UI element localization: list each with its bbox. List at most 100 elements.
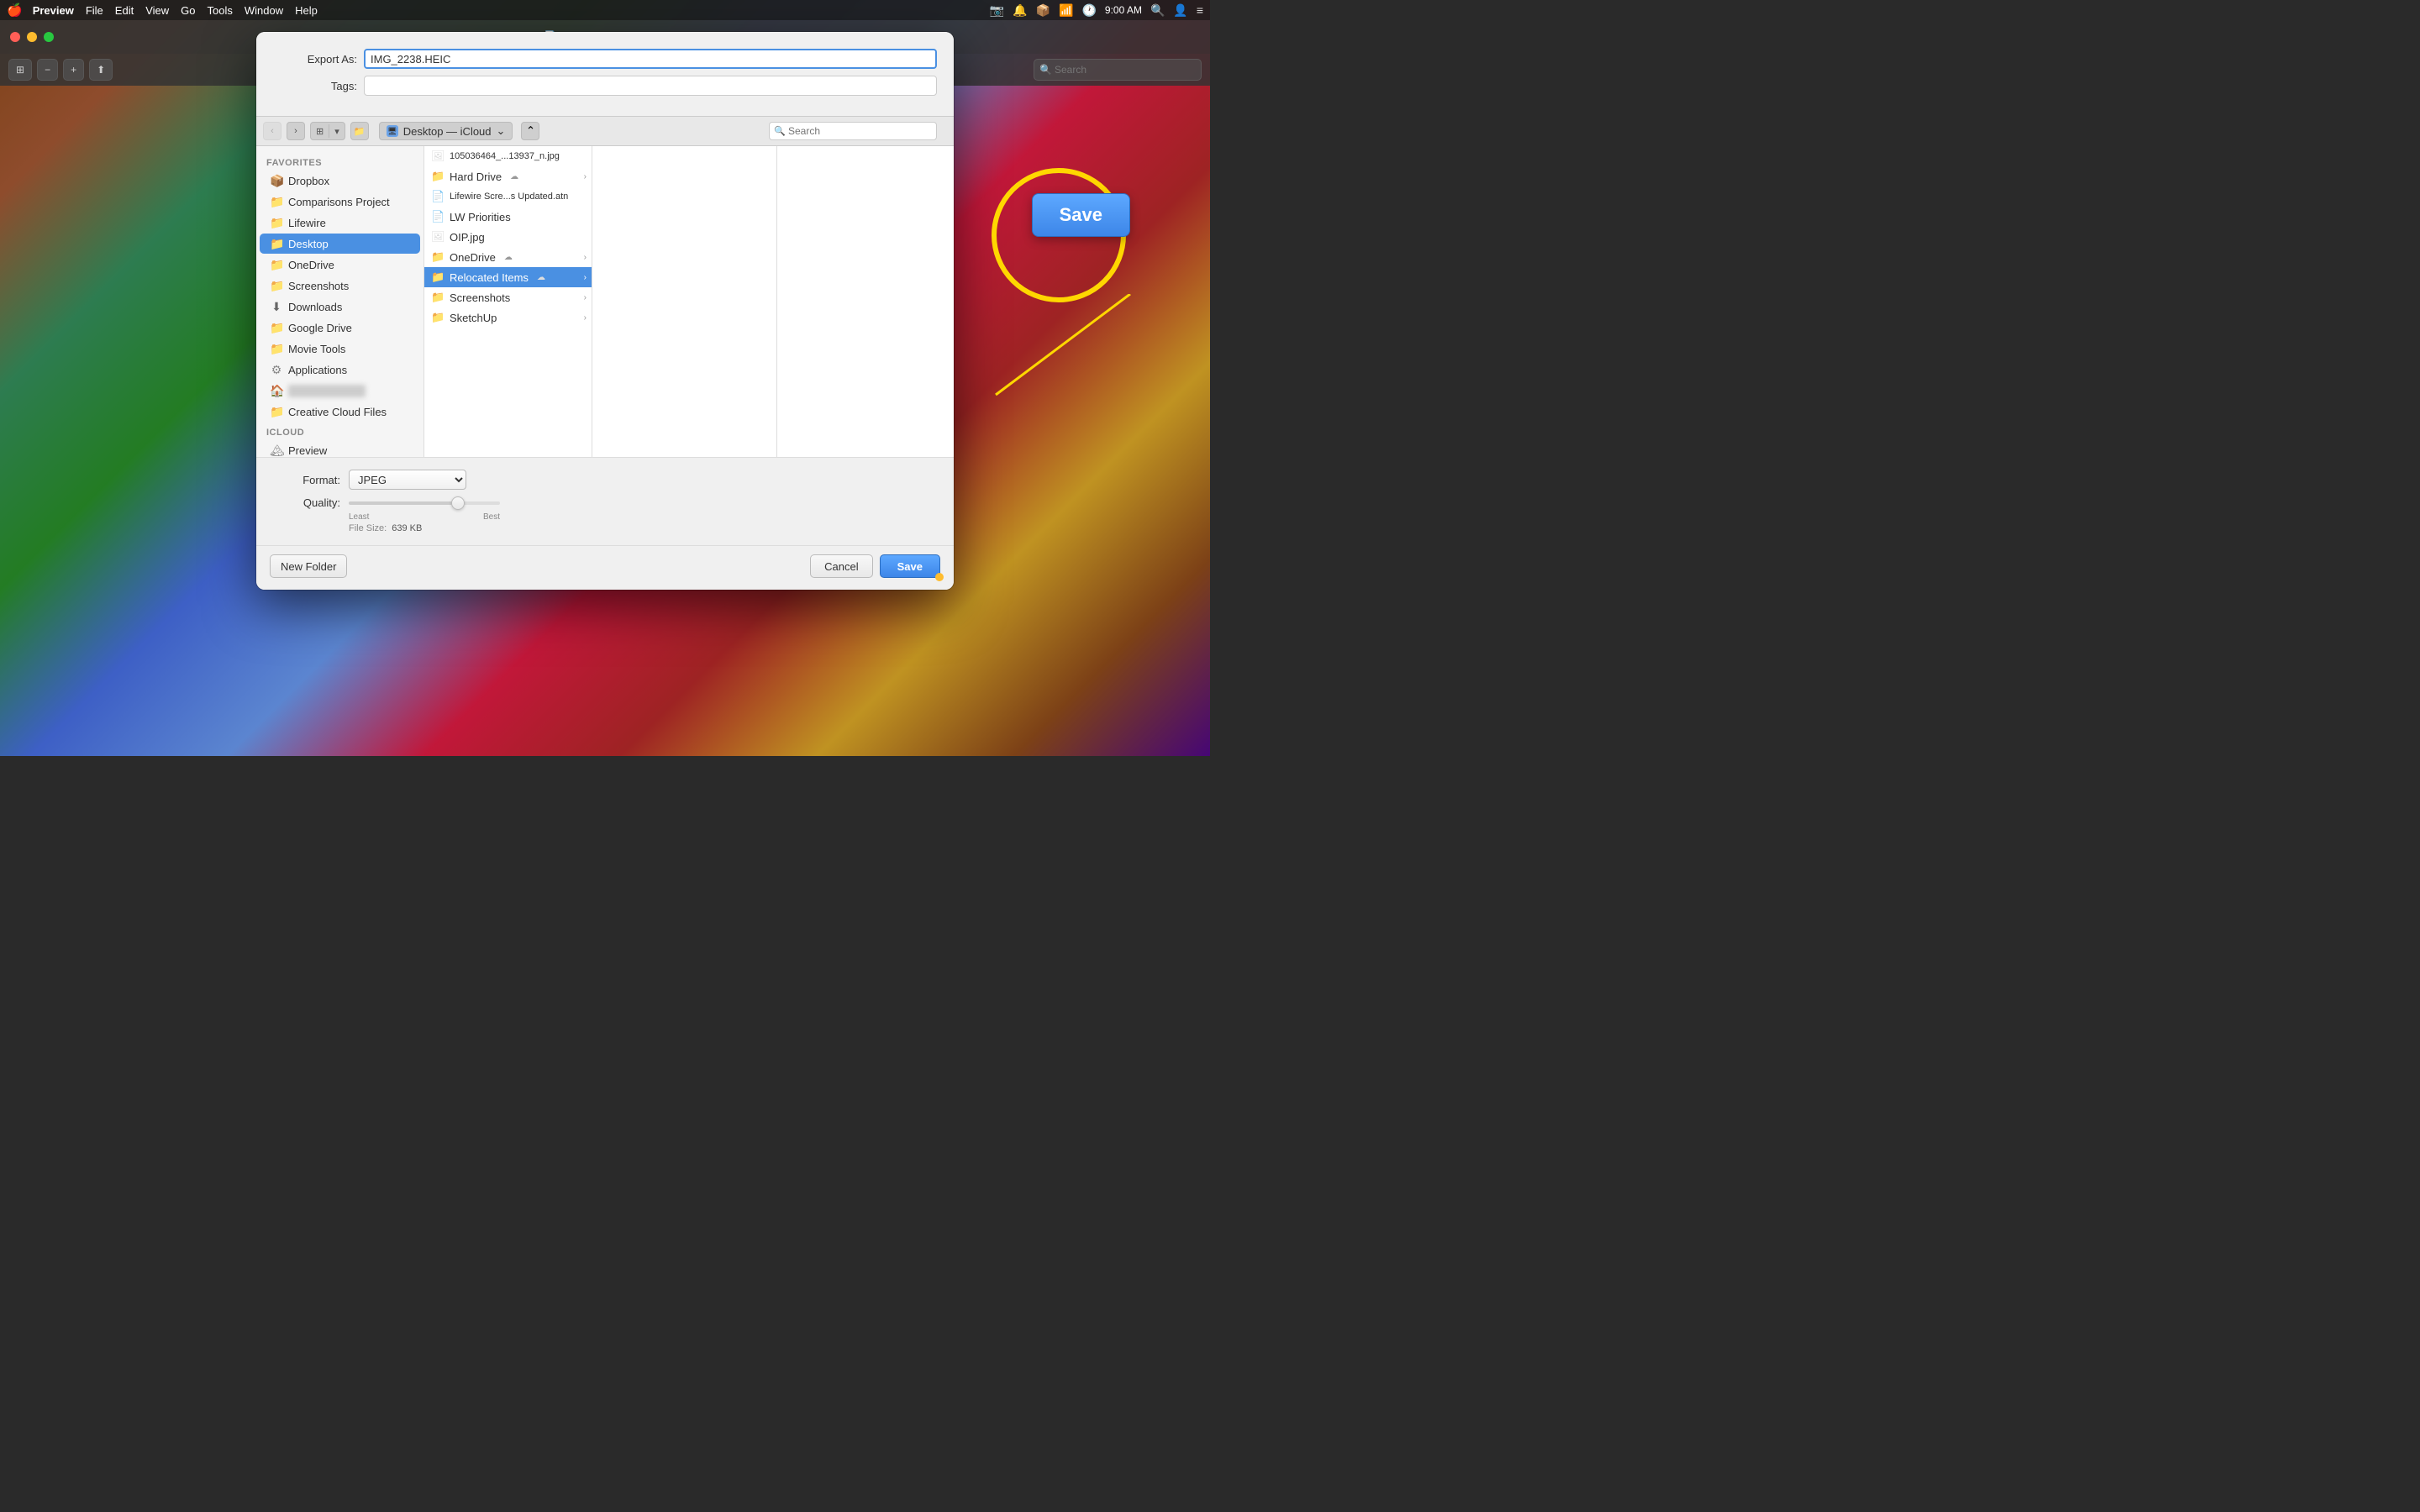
oip-file-icon: 🖼 [431, 230, 445, 244]
atn-file-icon: 📄 [431, 190, 445, 203]
sidebar-item-googledrive[interactable]: 📁 Google Drive [260, 318, 420, 338]
minimize-button[interactable] [27, 32, 37, 42]
maximize-button[interactable] [44, 32, 54, 42]
file-item-1[interactable]: 🖼 105036464_...13937_n.jpg [424, 146, 592, 166]
annotation-save-button[interactable]: Save [1032, 193, 1130, 237]
favorites-section: Favorites [256, 153, 424, 170]
tags-row: Tags: [273, 76, 937, 96]
sidebar-toggle[interactable]: ⊞ [8, 59, 32, 81]
folder-icon: 📁 [270, 195, 283, 209]
menu-file[interactable]: File [86, 4, 103, 17]
filesize-value: 639 KB [392, 523, 422, 533]
file-label-screenshots: Screenshots [450, 291, 510, 304]
creativecloud-icon: 📁 [270, 405, 283, 419]
file-label-onedrive: OneDrive [450, 251, 496, 264]
format-select[interactable]: JPEG [349, 470, 466, 490]
sidebar-item-onedrive[interactable]: 📁 OneDrive [260, 255, 420, 275]
sidebar-label-movietools: Movie Tools [288, 343, 345, 355]
toolbar-search-input[interactable] [1034, 59, 1202, 81]
file-item-screenshots[interactable]: 📁 Screenshots › [424, 287, 592, 307]
sidebar-label-screenshots: Screenshots [288, 280, 349, 292]
sidebar-label-lifewire: Lifewire [288, 217, 326, 229]
save-button[interactable]: Save [880, 554, 940, 578]
menu-help[interactable]: Help [295, 4, 318, 17]
filesize-label: File Size: [349, 523, 387, 533]
onedrive-icon: 📁 [270, 258, 283, 272]
sidebar-item-desktop[interactable]: 📁 Desktop [260, 234, 420, 254]
sidebar-item-comparisons[interactable]: 📁 Comparisons Project [260, 192, 420, 212]
desktop-folder-icon: 📁 [270, 237, 283, 251]
sidebar-label-downloads: Downloads [288, 301, 342, 313]
menu-edit[interactable]: Edit [115, 4, 134, 17]
file-item-lifewire[interactable]: 📄 Lifewire Scre...s Updated.atn [424, 186, 592, 207]
user-icon[interactable]: 👤 [1173, 3, 1187, 18]
sidebar: Favorites 📦 Dropbox 📁 Comparisons Projec… [256, 146, 424, 457]
apps-icon: ⚙ [270, 363, 283, 377]
file-item-oip[interactable]: 🖼 OIP.jpg [424, 227, 592, 247]
forward-btn[interactable]: › [287, 122, 305, 140]
file-item-lwpriorities[interactable]: 📄 LW Priorities [424, 207, 592, 227]
menubar-right: 📷 🔔 📦 📶 🕐 9:00 AM 🔍 👤 ≡ [990, 3, 1203, 18]
nav-search-wrap: 🔍 [769, 122, 937, 140]
close-button[interactable] [10, 32, 20, 42]
export-as-label: Export As: [273, 53, 357, 66]
sidebar-label-home: ██████████ [288, 385, 366, 397]
sidebar-item-downloads[interactable]: ⬇ Downloads [260, 297, 420, 317]
tags-input[interactable] [364, 76, 937, 96]
menu-tools[interactable]: Tools [208, 4, 233, 17]
zoom-in-btn[interactable]: − [37, 59, 58, 81]
quality-thumb[interactable] [451, 496, 465, 510]
menu-preview[interactable]: Preview [33, 4, 74, 17]
sidebar-item-lifewire[interactable]: 📁 Lifewire [260, 213, 420, 233]
location-chevron: ⌄ [497, 124, 506, 138]
new-folder-nav-btn[interactable]: 📁 [350, 122, 369, 140]
file-column-2 [592, 146, 777, 457]
sidebar-item-dropbox[interactable]: 📦 Dropbox [260, 171, 420, 191]
sidebar-item-screenshots[interactable]: 📁 Screenshots [260, 276, 420, 296]
share-btn[interactable]: ⬆ [89, 59, 113, 81]
location-dropdown[interactable]: 🖥 Desktop — iCloud ⌄ [379, 122, 513, 140]
menu-view[interactable]: View [145, 4, 169, 17]
quality-row: Quality: [273, 496, 937, 509]
view-switcher[interactable]: ⊞ ▾ [310, 122, 345, 140]
cancel-button[interactable]: Cancel [810, 554, 872, 578]
sidebar-label-onedrive: OneDrive [288, 259, 334, 271]
apple-menu[interactable]: 🍎 [7, 3, 23, 18]
menu-go[interactable]: Go [181, 4, 195, 17]
file-item-sketchup[interactable]: 📁 SketchUp › [424, 307, 592, 328]
menu-window[interactable]: Window [245, 4, 283, 17]
nav-search-input[interactable] [769, 122, 937, 140]
sidebar-label-googledrive: Google Drive [288, 322, 352, 334]
harddrive-icon: 📁 [431, 170, 445, 183]
list-icon[interactable]: ≡ [1197, 3, 1203, 17]
nav-row: ‹ › ⊞ ▾ 📁 🖥 Desktop — iCloud ⌄ ⌃ 🔍 [256, 116, 954, 146]
export-as-input[interactable] [364, 49, 937, 69]
sidebar-item-home[interactable]: 🏠 ██████████ [260, 381, 420, 401]
sidebar-item-preview[interactable]: 🏔 Preview [260, 440, 420, 457]
new-folder-button[interactable]: New Folder [270, 554, 347, 578]
bell-icon: 🔔 [1013, 3, 1027, 18]
file-item-harddrive[interactable]: 📁 Hard Drive ☁ › [424, 166, 592, 186]
file-item-onedrive[interactable]: 📁 OneDrive ☁ › [424, 247, 592, 267]
sidebar-item-movietools[interactable]: 📁 Movie Tools [260, 339, 420, 359]
quality-slider[interactable] [349, 501, 500, 505]
googledrive-icon: 📁 [270, 321, 283, 335]
sidebar-item-creativecloud[interactable]: 📁 Creative Cloud Files [260, 402, 420, 422]
sidebar-label-comparisons: Comparisons Project [288, 196, 390, 208]
window-controls [10, 32, 54, 42]
expand-btn[interactable]: ⌃ [521, 122, 539, 140]
dialog-bottom: Format: JPEG Quality: Least Best File Si… [256, 457, 954, 545]
search-menu-icon[interactable]: 🔍 [1150, 3, 1165, 18]
file-item-relocated[interactable]: 📁 Relocated Items ☁ › [424, 267, 592, 287]
zoom-out-btn[interactable]: + [63, 59, 84, 81]
arrow-icon: › [584, 172, 587, 181]
sidebar-item-applications[interactable]: ⚙ Applications [260, 360, 420, 380]
wifi-icon: 📶 [1059, 3, 1073, 18]
arrow-icon-5: › [584, 313, 587, 323]
screenshots-icon: 📁 [270, 279, 283, 293]
back-btn[interactable]: ‹ [263, 122, 281, 140]
export-as-row: Export As: [273, 49, 937, 69]
location-icon: 🖥 [387, 125, 398, 137]
camera-icon: 📷 [990, 3, 1004, 18]
cloud-sync-icon-3: ☁ [537, 273, 545, 282]
